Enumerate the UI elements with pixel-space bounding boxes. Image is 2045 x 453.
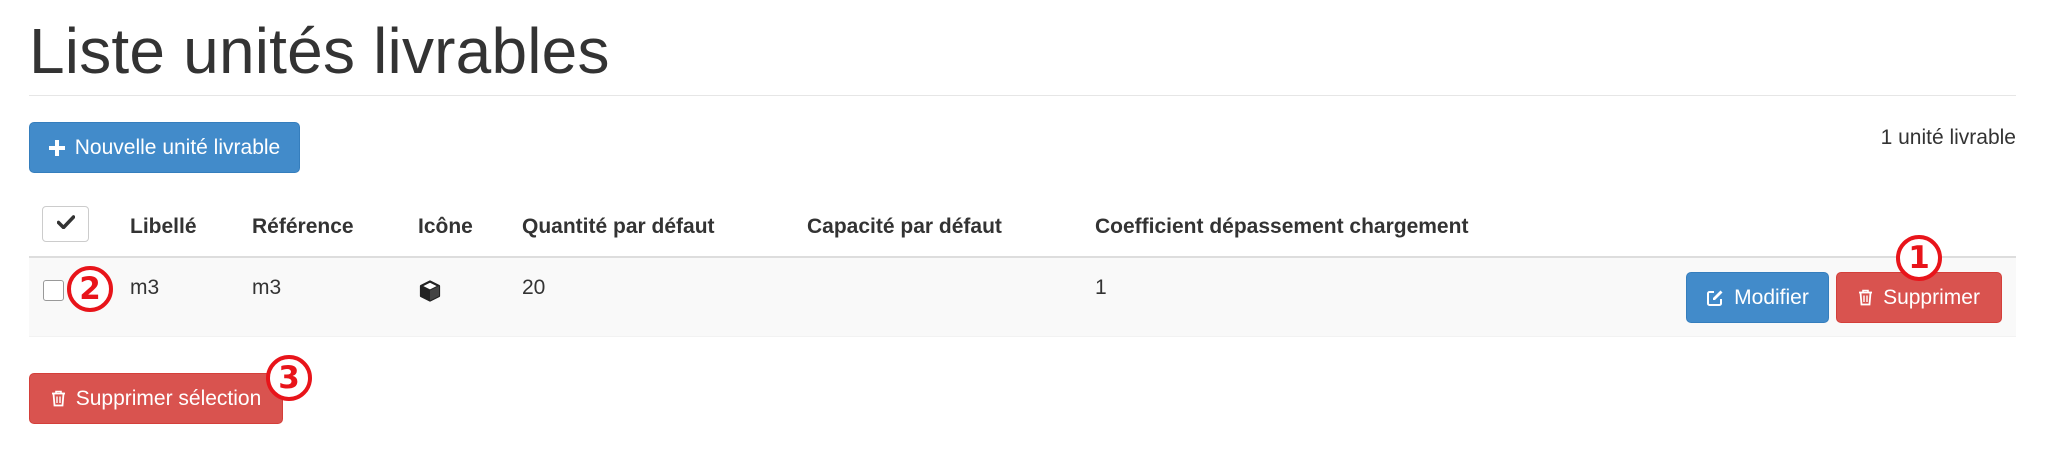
cube-icon bbox=[419, 280, 441, 307]
annotation-badge-2: 2 bbox=[67, 266, 113, 312]
column-header-capacite[interactable]: Capacité par défaut bbox=[807, 215, 1002, 239]
edit-label: Modifier bbox=[1734, 285, 1809, 309]
edit-icon bbox=[1706, 289, 1724, 307]
column-header-coefficient[interactable]: Coefficient dépassement chargement bbox=[1095, 215, 1468, 239]
trash-icon bbox=[51, 390, 66, 407]
cell-reference: m3 bbox=[252, 276, 282, 299]
column-header-libelle[interactable]: Libellé bbox=[130, 215, 197, 239]
cell-coefficient: 1 bbox=[1095, 276, 1107, 299]
title-divider bbox=[29, 95, 2016, 96]
cell-libelle: m3 bbox=[130, 276, 160, 299]
select-all-button[interactable] bbox=[42, 206, 89, 242]
trash-icon bbox=[1858, 289, 1873, 306]
checkmark-icon bbox=[56, 214, 75, 234]
page-title: Liste unités livrables bbox=[29, 15, 610, 87]
new-deliverable-unit-label: Nouvelle unité livrable bbox=[74, 135, 281, 159]
annotation-badge-1: 1 bbox=[1896, 235, 1942, 281]
column-header-icone[interactable]: Icône bbox=[418, 215, 473, 239]
delete-selection-button[interactable]: Supprimer sélection bbox=[29, 373, 283, 424]
table-header: Libellé Référence Icône Quantité par déf… bbox=[29, 198, 2016, 258]
cell-quantite: 20 bbox=[522, 276, 546, 299]
column-header-reference[interactable]: Référence bbox=[252, 215, 354, 239]
column-header-quantite[interactable]: Quantité par défaut bbox=[522, 215, 715, 239]
row-select-checkbox[interactable] bbox=[43, 280, 64, 301]
new-deliverable-unit-button[interactable]: Nouvelle unité livrable bbox=[29, 122, 300, 173]
result-count: 1 unité livrable bbox=[1880, 126, 2016, 149]
delete-selection-label: Supprimer sélection bbox=[75, 386, 262, 410]
plus-icon bbox=[48, 139, 65, 156]
annotation-badge-3: 3 bbox=[266, 355, 312, 401]
delete-label: Supprimer bbox=[1883, 285, 1980, 309]
edit-button[interactable]: Modifier bbox=[1686, 272, 1829, 323]
